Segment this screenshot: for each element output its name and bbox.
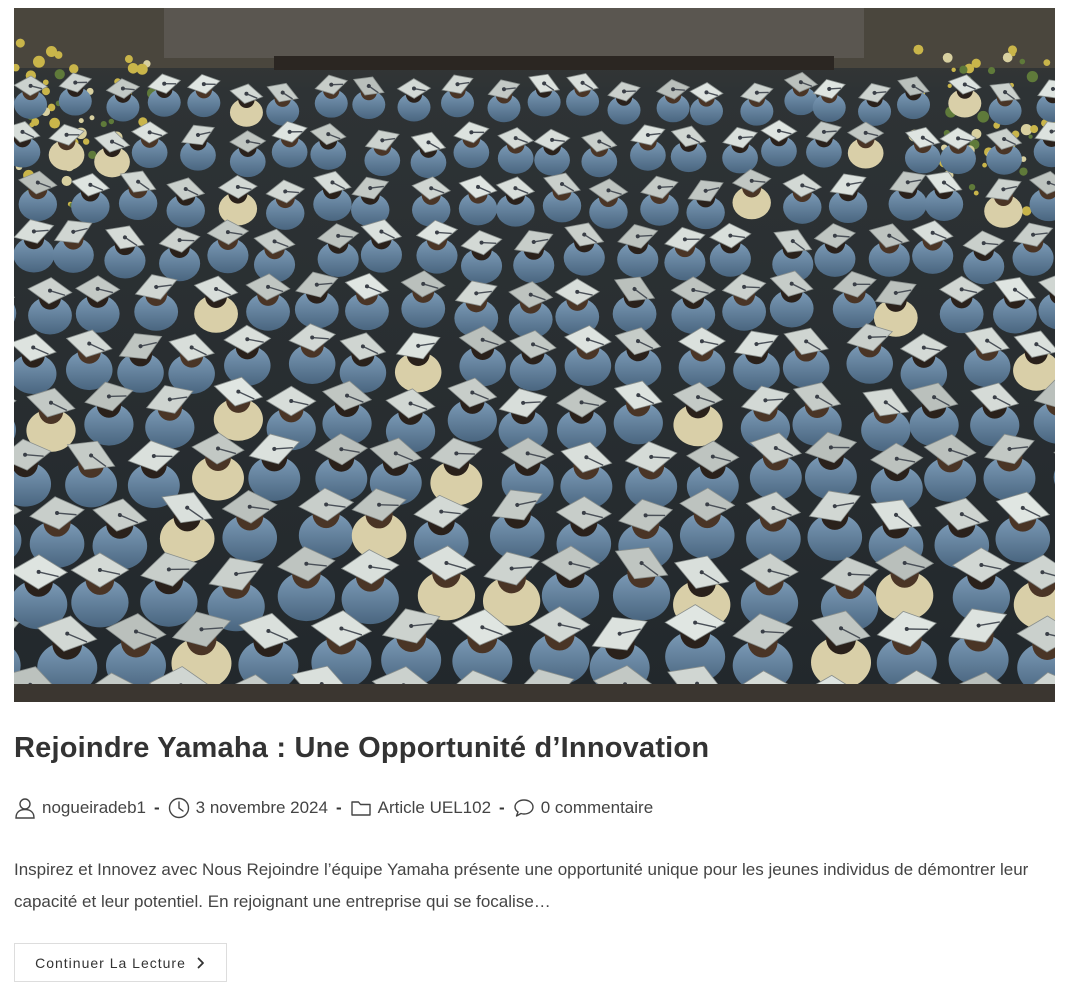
- clock-icon: [168, 797, 190, 819]
- post-meta: nogueiradeb1 - 3 novembre 2024 - Article…: [14, 794, 653, 822]
- meta-separator: -: [499, 798, 505, 817]
- post-title[interactable]: Rejoindre Yamaha : Une Opportunité d’Inn…: [14, 728, 709, 768]
- post-excerpt: Inspirez et Innovez avec Nous Rejoindre …: [14, 860, 1029, 911]
- meta-date: 3 novembre 2024: [168, 797, 328, 819]
- comments-link[interactable]: 0 commentaire: [541, 798, 653, 818]
- user-icon: [14, 797, 36, 819]
- category-link[interactable]: Article UEL102: [378, 798, 491, 818]
- meta-author: nogueiradeb1: [14, 797, 146, 819]
- author-link[interactable]: nogueiradeb1: [42, 798, 146, 818]
- meta-comments: 0 commentaire: [513, 797, 653, 819]
- post-date: 3 novembre 2024: [195, 798, 328, 817]
- meta-separator: -: [335, 798, 342, 817]
- chevron-right-icon: [196, 957, 206, 969]
- graduation-photo: [14, 8, 1055, 702]
- meta-category: Article UEL102: [350, 797, 491, 819]
- read-more-label: Continuer La Lecture: [35, 954, 186, 971]
- meta-separator: -: [153, 798, 160, 817]
- comment-icon: [513, 797, 535, 819]
- read-more-button[interactable]: Continuer La Lecture: [14, 943, 227, 982]
- folder-icon: [350, 797, 372, 819]
- post-featured-image[interactable]: [14, 8, 1055, 702]
